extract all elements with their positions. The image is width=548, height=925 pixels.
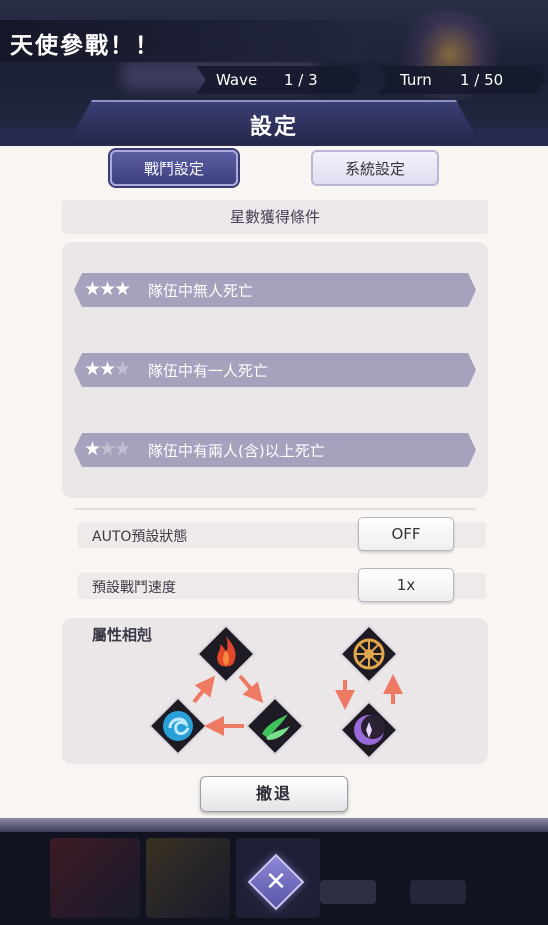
turn-value: 1 / 50 [460, 71, 504, 89]
battle-speed-label: 預設戰鬥速度 [92, 580, 176, 596]
wave-counter: Wave 1 / 3 [196, 66, 362, 94]
stage-title: 天使參戰！！ [10, 32, 160, 59]
star-icon: ★ [84, 438, 101, 460]
settings-panel-header: 設定 [68, 100, 480, 144]
turn-label: Turn [400, 71, 432, 89]
star-rating-icon: ★★★ [84, 358, 131, 380]
star-empty-icon: ★ [114, 358, 131, 380]
star-icon: ★ [84, 278, 101, 300]
battle-speed-button[interactable]: 1x [358, 568, 454, 602]
wave-value: 1 / 3 [284, 71, 318, 89]
auto-default-label: AUTO預設狀態 [92, 529, 188, 545]
water-icon [148, 696, 208, 756]
wind-icon [245, 696, 305, 756]
tab-battle-settings[interactable]: 戰鬥設定 [110, 150, 238, 186]
speed-indicator [320, 880, 376, 904]
condition-row-1-star: ★★★ 隊伍中有兩人(含)以上死亡 [74, 433, 476, 467]
panel-title: 設定 [249, 115, 298, 140]
turn-counter: Turn 1 / 50 [378, 66, 546, 94]
star-rating-icon: ★★★ [84, 278, 131, 300]
star-icon: ★ [114, 278, 131, 300]
star-icon: ★ [99, 278, 116, 300]
light-icon [339, 624, 399, 684]
star-empty-icon: ★ [99, 438, 116, 460]
star-icon: ★ [99, 358, 116, 380]
star-empty-icon: ★ [114, 438, 131, 460]
condition-text: 隊伍中有一人死亡 [148, 362, 269, 380]
element-relationship-diagram [148, 624, 403, 760]
character-card [146, 838, 230, 918]
star-rating-icon: ★★★ [84, 438, 131, 460]
tab-system-settings[interactable]: 系統設定 [311, 150, 439, 186]
fire-icon [196, 624, 256, 684]
stage-title-banner: 天使參戰！！ [0, 20, 448, 62]
panel-bottom-edge [0, 818, 548, 832]
retreat-button[interactable]: 撤退 [200, 776, 348, 812]
character-card [50, 838, 140, 918]
wave-label: Wave [216, 71, 258, 89]
condition-text: 隊伍中無人死亡 [148, 282, 254, 300]
section-divider [74, 508, 476, 510]
condition-row-3-stars: ★★★ 隊伍中無人死亡 [74, 273, 476, 307]
close-icon[interactable]: ✕ [256, 862, 296, 902]
star-icon: ★ [84, 358, 101, 380]
condition-text: 隊伍中有兩人(含)以上死亡 [148, 442, 325, 460]
star-conditions-title: 星數獲得條件 [62, 200, 488, 234]
auto-indicator [410, 880, 466, 904]
condition-row-2-stars: ★★★ 隊伍中有一人死亡 [74, 353, 476, 387]
arrow-water-to-fire-icon [192, 675, 215, 704]
auto-default-toggle[interactable]: OFF [358, 517, 454, 551]
arrow-fire-to-wind-icon [238, 674, 264, 704]
dark-icon [339, 700, 399, 760]
